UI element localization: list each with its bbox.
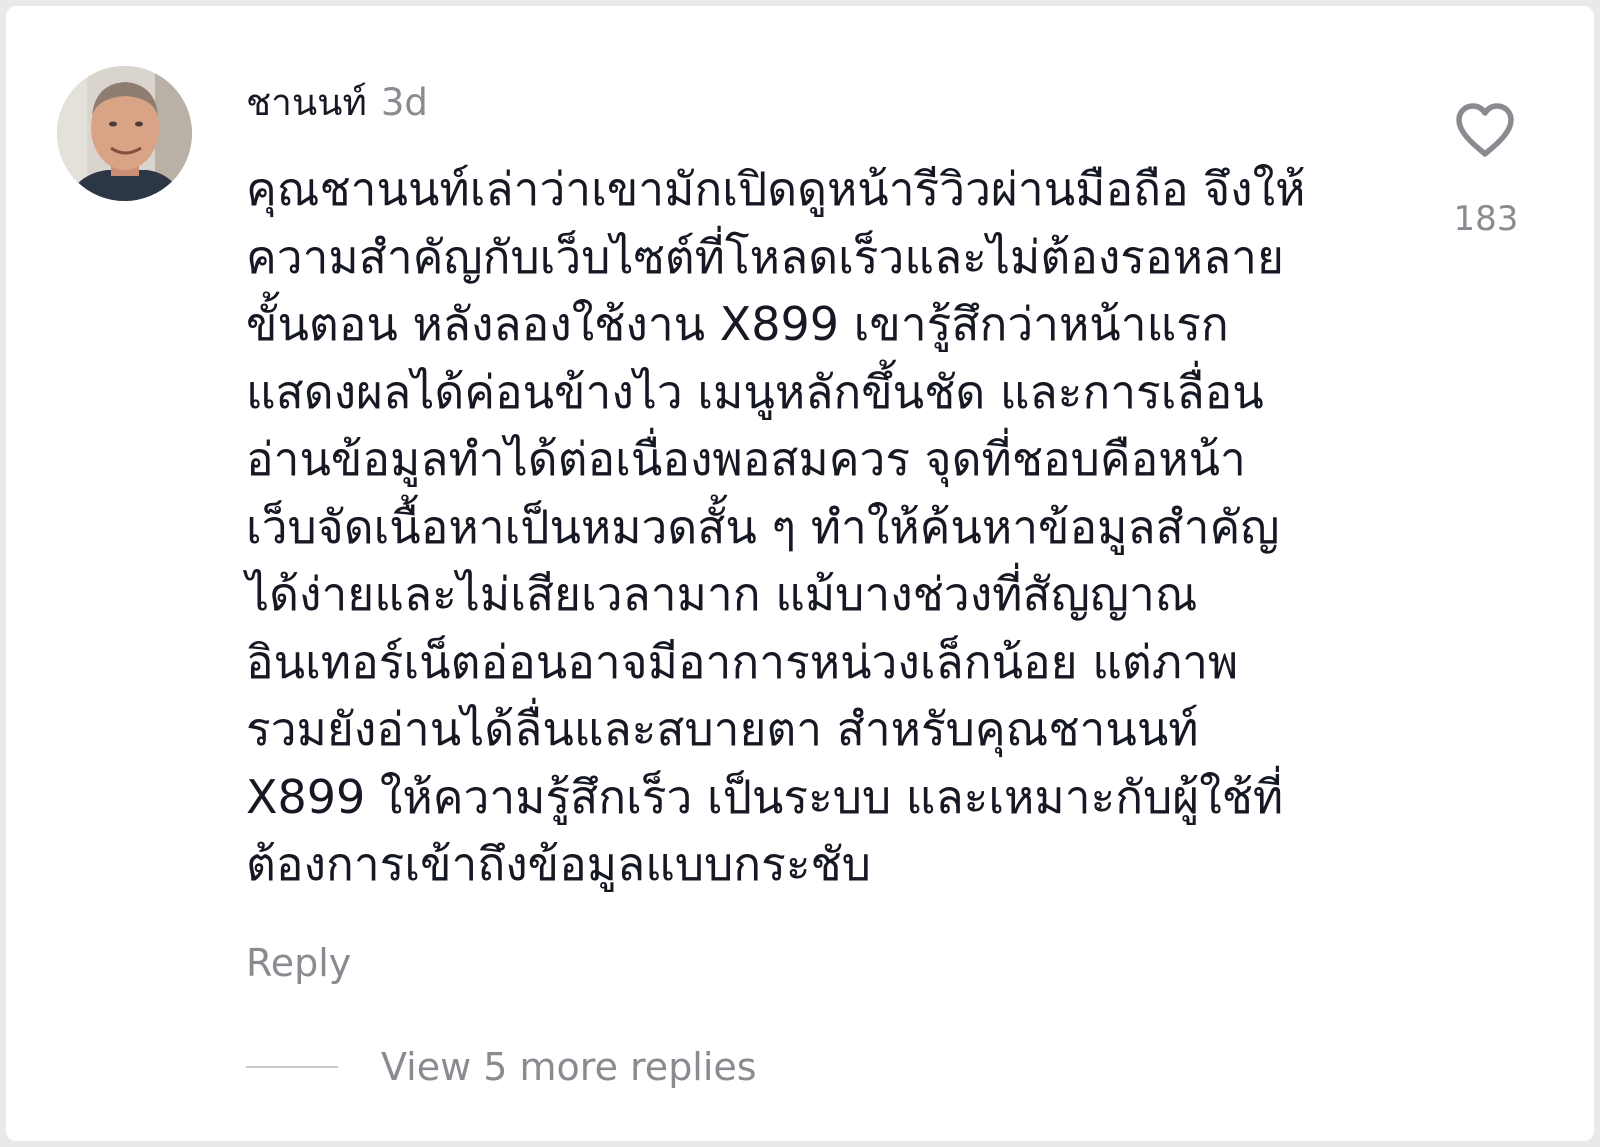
avatar-photo: [57, 66, 192, 201]
like-button[interactable]: 183: [1436, 96, 1536, 256]
user-avatar[interactable]: [57, 66, 192, 201]
view-more-replies-label: View 5 more replies: [381, 1045, 757, 1089]
heart-outline-icon: [1456, 103, 1514, 157]
like-count: 183: [1453, 199, 1519, 239]
comment-card: ชานนท์ 3d คุณชานนท์เล่าว่าเขามักเปิดดูหน้…: [6, 6, 1594, 1141]
username[interactable]: ชานนท์: [246, 81, 367, 124]
view-more-replies-button[interactable]: View 5 more replies: [246, 1042, 757, 1092]
comment-text: คุณชานนท์เล่าว่าเขามักเปิดดูหน้ารีวิวผ่า…: [246, 162, 1306, 891]
comment-header: ชานนท์ 3d: [246, 78, 428, 128]
comment-timestamp: 3d: [380, 81, 428, 124]
replies-divider-line: [246, 1066, 338, 1068]
reply-button[interactable]: Reply: [246, 938, 351, 988]
